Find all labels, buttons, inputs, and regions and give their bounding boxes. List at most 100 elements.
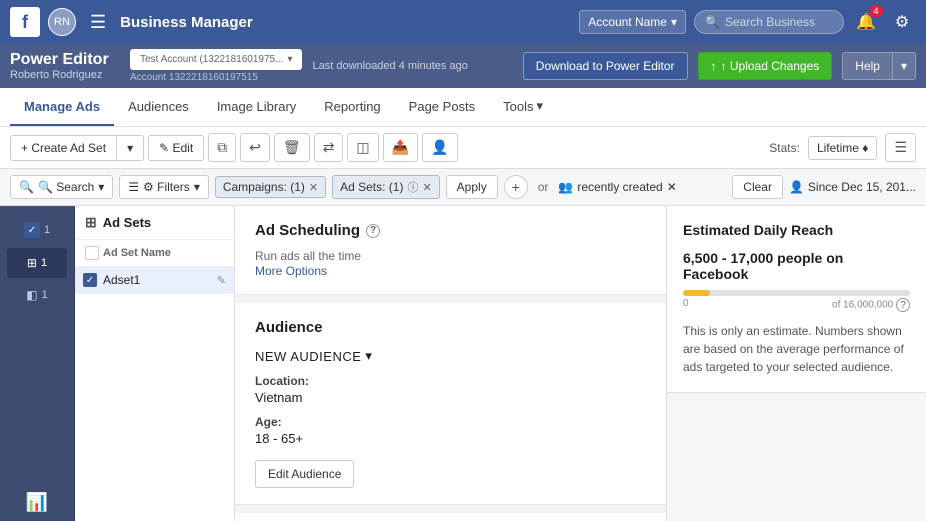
edit-btn[interactable]: ✎ Edit [148, 135, 204, 161]
audience-selector[interactable]: NEW AUDIENCE ▾ [255, 348, 646, 364]
settings-icon[interactable]: ⚙ [888, 8, 916, 36]
search-filter-btn[interactable]: 🔍 🔍 Search ▾ [10, 175, 113, 199]
right-panel: Estimated Daily Reach 6,500 - 17,000 peo… [666, 206, 926, 521]
account-selector[interactable]: Account Name ▾ [579, 10, 686, 34]
new-audience-label: NEW AUDIENCE ▾ [255, 348, 646, 364]
recently-icon: 👥 [558, 180, 573, 194]
age-value: 18 - 65+ [255, 431, 646, 446]
reach-bar-container: 0 of 16,000,000 ? [683, 290, 910, 312]
ad-count: 1 [42, 289, 48, 301]
since-icon: 👤 [789, 180, 804, 194]
grid-icon: ⊞ [85, 214, 97, 231]
duplicate-icon: ⧉ [217, 139, 227, 155]
tab-tools[interactable]: Tools ▾ [489, 88, 557, 126]
help-dropdown-btn[interactable]: ▾ [893, 52, 916, 80]
filter-bar: 🔍 🔍 Search ▾ ☰ ⚙ Filters ▾ Campaigns: (1… [0, 169, 926, 206]
reach-range: 6,500 - 17,000 people on Facebook [683, 250, 910, 282]
filters-icon: ☰ [128, 180, 139, 194]
create-adset-btn[interactable]: + Create Ad Set [10, 135, 116, 161]
filters-dropdown-icon: ▾ [194, 180, 200, 194]
search-bar[interactable]: 🔍 [694, 10, 844, 34]
campaign-checkbox[interactable]: ✓ [24, 222, 40, 238]
select-all-checkbox[interactable] [85, 246, 99, 260]
notifications-icon[interactable]: 🔔 4 [852, 8, 880, 36]
help-group: Help ▾ [842, 52, 916, 80]
pe-title: Power Editor [10, 51, 120, 69]
upload-icon: ↑ [711, 59, 717, 73]
account-selector-btn[interactable]: Test Account (1322181601975... ▾ [130, 49, 302, 70]
adsets-col-header: Ad Set Name [75, 240, 234, 267]
adsets-row[interactable]: ✓ Adset1 ✎ [75, 267, 234, 294]
pe-account-group: Test Account (1322181601975... ▾ Account… [130, 49, 302, 83]
user-avatar[interactable]: RN [48, 8, 76, 36]
pe-subtitle: Roberto Rodriguez [10, 69, 120, 81]
audience-btn[interactable]: 👤 [422, 133, 457, 162]
reach-bar-labels: 0 of 16,000,000 ? [683, 298, 910, 312]
reach-info-icon[interactable]: ? [896, 298, 910, 312]
ad-scheduling-description: Run ads all the time [255, 249, 646, 263]
audience-title: Audience [255, 319, 646, 336]
reach-bar-max: of 16,000,000 ? [832, 298, 910, 312]
facebook-logo: f [10, 7, 40, 37]
delete-btn[interactable]: 🗑 [274, 133, 310, 162]
filters-btn[interactable]: ☰ ⚙ Filters ▾ [119, 175, 209, 199]
campaigns-filter-close[interactable]: ✕ [309, 181, 318, 194]
help-btn[interactable]: Help [842, 52, 893, 80]
adsets-filter-close[interactable]: ✕ [422, 181, 431, 194]
tools-dropdown-icon: ▾ [537, 98, 544, 114]
adset-row-name: Adset1 [103, 273, 211, 287]
split-btn[interactable]: ⇄ [314, 133, 344, 162]
tab-image-library[interactable]: Image Library [203, 89, 310, 126]
pe-header: Power Editor Roberto Rodriguez Test Acco… [0, 44, 926, 88]
stats-selector[interactable]: Lifetime ♦ [808, 136, 877, 160]
campaign-count: 1 [44, 224, 50, 236]
more-options-link[interactable]: More Options [255, 264, 327, 278]
adset-row-checkbox[interactable]: ✓ [83, 273, 97, 287]
export-btn[interactable]: 📤 [383, 133, 418, 162]
left-campaigns-item[interactable]: ✓ 1 [7, 214, 67, 246]
apply-filter-btn[interactable]: Apply [446, 175, 498, 199]
tab-audiences[interactable]: Audiences [114, 89, 203, 126]
reach-bar-min: 0 [683, 298, 689, 312]
create-adset-group: + Create Ad Set ▾ [10, 135, 144, 161]
campaigns-filter-label: Campaigns: (1) [223, 180, 305, 194]
duplicate-btn[interactable]: ⧉ [208, 133, 236, 162]
tab-reporting[interactable]: Reporting [310, 89, 394, 126]
reach-title: Estimated Daily Reach [683, 222, 910, 238]
edit-audience-btn[interactable]: Edit Audience [255, 460, 354, 488]
download-info: Last downloaded 4 minutes ago [312, 60, 512, 72]
age-label: Age: [255, 415, 646, 429]
topbar-right: Account Name ▾ 🔍 🔔 4 ⚙ [579, 8, 916, 36]
adsets-title: Ad Sets [103, 215, 151, 230]
tab-manage-ads[interactable]: Manage Ads [10, 89, 114, 126]
recently-filter: 👥 recently created ✕ [558, 180, 676, 194]
add-filter-btn[interactable]: + [504, 175, 528, 199]
search-icon: 🔍 [705, 15, 720, 29]
audience-dropdown-icon: ▾ [365, 348, 372, 364]
app-title: Business Manager [120, 14, 571, 31]
adsets-header: ⊞ Ad Sets [75, 206, 234, 240]
upload-btn[interactable]: ↑ ↑ Upload Changes [698, 52, 833, 80]
clear-filter-btn[interactable]: Clear [732, 175, 783, 199]
location-value: Vietnam [255, 390, 646, 405]
search-input[interactable] [725, 15, 833, 29]
columns-btn[interactable]: ☰ [885, 133, 916, 162]
search-dropdown-icon: ▾ [98, 180, 104, 194]
search-filter-icon: 🔍 [19, 180, 34, 194]
recently-close[interactable]: ✕ [667, 180, 677, 194]
ad-scheduling-info-icon[interactable]: ? [366, 224, 380, 238]
reach-description: This is only an estimate. Numbers shown … [683, 322, 910, 376]
adsets-filter-info[interactable]: ⓘ [407, 179, 418, 195]
download-btn[interactable]: Download to Power Editor [523, 52, 688, 80]
audience-icon: 👤 [431, 139, 448, 155]
left-adsets-item[interactable]: ⊞ 1 [7, 248, 67, 278]
toolbar: + Create Ad Set ▾ ✎ Edit ⧉ ↩ 🗑 ⇄ ◫ 📤 👤 S… [0, 127, 926, 169]
left-ads-item[interactable]: ◧ 1 [7, 280, 67, 310]
preview-btn[interactable]: ◫ [347, 133, 378, 162]
since-filter: 👤 Since Dec 15, 201... [789, 180, 916, 194]
undo-btn[interactable]: ↩ [240, 133, 270, 162]
create-adset-dropdown-btn[interactable]: ▾ [116, 135, 144, 161]
adset-row-edit-icon[interactable]: ✎ [217, 274, 226, 287]
hamburger-icon[interactable]: ☰ [84, 12, 112, 33]
tab-page-posts[interactable]: Page Posts [395, 89, 490, 126]
